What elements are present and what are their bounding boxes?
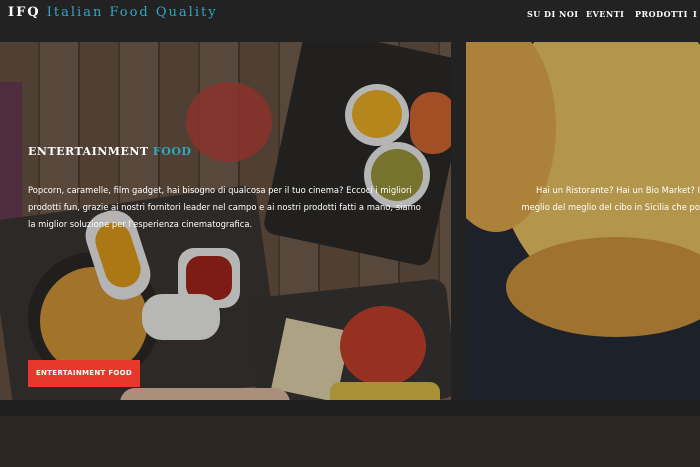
entertainment-food-button[interactable]: ENTERTAINMENT FOOD (28, 360, 140, 387)
logo-tagline: Italian Food Quality (46, 5, 218, 20)
slide-divider (451, 42, 466, 400)
restaurant-description-line-1: Hai un Ristorante? Hai un Bio Market? I (536, 185, 700, 195)
top-navbar: IFQ Italian Food Quality SU DI NOI EVENT… (0, 0, 700, 30)
next-section (0, 400, 700, 467)
site-logo[interactable]: IFQ Italian Food Quality (8, 5, 218, 20)
restaurant-description: Hai un Ristorante? Hai un Bio Market? I … (466, 182, 700, 216)
nav-item-eventi[interactable]: EVENTI (586, 9, 624, 19)
slide-description: Popcorn, caramelle, film gadget, hai bis… (28, 185, 421, 229)
nav-item-truncated[interactable]: I (693, 9, 697, 19)
slide-restaurant: Hai un Ristorante? Hai un Bio Market? I … (466, 42, 700, 400)
restaurant-description-line-2: meglio del meglio del cibo in Sicilia ch… (521, 202, 700, 212)
nav-item-prodotti[interactable]: PRODOTTI (635, 9, 688, 19)
logo-ifq: IFQ (8, 5, 41, 20)
slide-entertainment-food: ENTERTAINMENT FOOD Popcorn, caramelle, f… (0, 42, 451, 400)
nav-item-su-di-noi[interactable]: SU DI NOI (527, 9, 579, 19)
dark-overlay-right (466, 42, 700, 400)
next-section-image-strip (0, 416, 700, 467)
slide-title: ENTERTAINMENT FOOD (28, 145, 191, 158)
title-entertainment: ENTERTAINMENT (28, 145, 149, 158)
title-food: FOOD (152, 145, 192, 158)
